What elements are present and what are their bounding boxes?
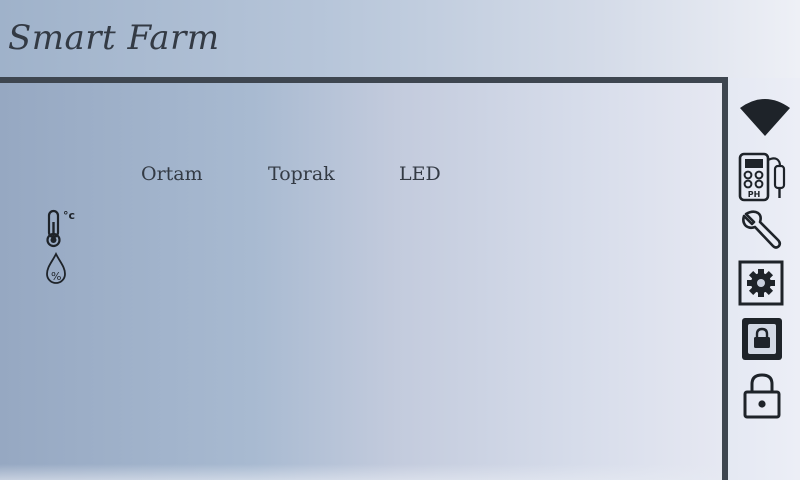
app-title: Smart Farm <box>8 18 220 58</box>
screen-lock-button[interactable] <box>740 316 784 362</box>
gear-icon <box>738 260 784 306</box>
wifi-button[interactable] <box>738 94 792 138</box>
thermometer-celsius-icon: °c <box>42 208 82 250</box>
ph-meter-button[interactable]: PH <box>738 150 790 204</box>
screen-lock-icon <box>742 318 782 360</box>
celsius-unit-label: °c <box>63 209 75 222</box>
main-panel <box>0 77 728 480</box>
ph-meter-icon: PH <box>738 152 786 202</box>
padlock-icon <box>743 373 781 419</box>
column-header-ortam: Ortam <box>141 163 203 185</box>
wrench-icon <box>742 210 782 249</box>
tools-button[interactable] <box>740 210 784 254</box>
humidity-percent-icon: % <box>44 251 68 286</box>
right-toolbar: PH <box>728 84 800 480</box>
settings-button[interactable] <box>738 260 784 306</box>
column-header-toprak: Toprak <box>268 163 335 185</box>
wifi-icon <box>740 99 790 136</box>
percent-unit-label: % <box>51 270 61 283</box>
ph-label: PH <box>748 190 761 199</box>
lock-button[interactable] <box>742 372 782 420</box>
column-header-led: LED <box>399 163 441 185</box>
